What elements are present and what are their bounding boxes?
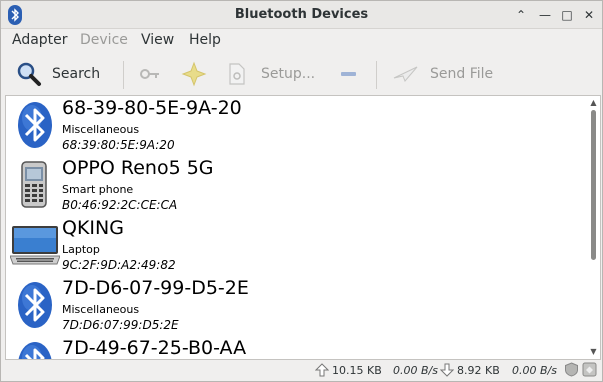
laptop-icon: [10, 226, 60, 265]
device-row[interactable]: OPPO Reno5 5G Smart phone B0:46:92:2C:CE…: [6, 156, 586, 216]
minus-icon: [341, 72, 356, 76]
device-name: 68-39-80-5E-9A-20: [62, 97, 242, 119]
setup-label: Setup...: [261, 66, 316, 82]
device-name: 7D-49-67-25-B0-AA: [62, 337, 247, 359]
scroll-up-arrow-icon[interactable]: ▲: [589, 98, 598, 108]
search-icon: [17, 62, 41, 86]
toolbar-separator: [376, 61, 377, 89]
bluetooth-devices-window: Bluetooth Devices ⌃ — □ ✕ Adapter Device…: [0, 0, 603, 382]
device-address: B0:46:92:2C:CE:CA: [62, 198, 178, 212]
device-name: 7D-D6-07-99-D5-2E: [62, 277, 249, 299]
device-name: QKING: [62, 217, 124, 239]
device-row[interactable]: 7D-D6-07-99-D5-2E Miscellaneous 7D:D6:07…: [6, 276, 586, 336]
device-address: 7D:D6:07:99:D5:2E: [62, 318, 179, 332]
menu-device[interactable]: Device: [80, 32, 128, 48]
upload-rate: 0.00 B/s: [393, 364, 438, 377]
menu-bar: Adapter Device View Help: [1, 29, 602, 53]
scroll-down-arrow-icon[interactable]: ▼: [589, 347, 598, 357]
shield-icon: [565, 362, 578, 377]
menu-adapter[interactable]: Adapter: [12, 32, 68, 48]
device-name: OPPO Reno5 5G: [62, 157, 214, 179]
download-rate: 0.00 B/s: [512, 364, 557, 377]
bluetooth-icon: [18, 102, 52, 148]
status-bar: 10.15 KB 0.00 B/s 8.92 KB 0.00 B/s: [1, 360, 602, 381]
download-total: 8.92 KB: [457, 364, 500, 377]
key-icon: [140, 69, 159, 79]
device-type: Miscellaneous: [62, 303, 140, 316]
search-label: Search: [52, 66, 101, 82]
bluetooth-status-icon: [582, 362, 597, 377]
device-address: 68:39:80:5E:9A:20: [62, 138, 175, 152]
device-row[interactable]: 7D-49-67-25-B0-AA: [6, 336, 586, 359]
toolbar-separator: [123, 61, 124, 89]
remove-button[interactable]: [339, 59, 359, 89]
phone-icon: [21, 161, 47, 208]
paper-plane-icon: [393, 66, 418, 82]
upload-total: 10.15 KB: [332, 364, 382, 377]
scroll-thumb[interactable]: [591, 110, 596, 260]
trust-button[interactable]: [181, 59, 207, 89]
maximize-button[interactable]: □: [558, 6, 576, 24]
close-button[interactable]: ✕: [580, 6, 598, 24]
send-file-label: Send File: [430, 66, 494, 82]
menu-help[interactable]: Help: [189, 32, 221, 48]
device-list[interactable]: 68-39-80-5E-9A-20 Miscellaneous 68:39:80…: [5, 95, 601, 360]
device-type: Miscellaneous: [62, 123, 140, 136]
download-arrow-icon: [440, 363, 454, 377]
pair-button[interactable]: [139, 59, 161, 89]
scrollbar[interactable]: ▲ ▼: [589, 98, 598, 357]
bluetooth-icon: [18, 282, 52, 328]
upload-arrow-icon: [315, 363, 329, 377]
send-file-button[interactable]: Send File: [393, 59, 493, 89]
device-address: 9C:2F:9D:A2:49:82: [62, 258, 176, 272]
star-icon: [181, 61, 207, 87]
device-row[interactable]: 68-39-80-5E-9A-20 Miscellaneous 68:39:80…: [6, 96, 586, 156]
setup-document-icon: [229, 63, 245, 85]
setup-button[interactable]: Setup...: [227, 59, 315, 89]
minimize-button[interactable]: —: [536, 6, 554, 24]
chevron-up-icon[interactable]: ⌃: [512, 6, 530, 24]
device-type: Smart phone: [62, 183, 134, 196]
menu-view[interactable]: View: [141, 32, 174, 48]
bluetooth-icon: [18, 342, 52, 359]
search-button[interactable]: Search: [16, 59, 100, 89]
title-bar: Bluetooth Devices ⌃ — □ ✕: [1, 1, 602, 29]
toolbar: Search Setup... Send File: [1, 53, 602, 95]
device-type: Laptop: [62, 243, 100, 256]
device-row[interactable]: QKING Laptop 9C:2F:9D:A2:49:82: [6, 216, 586, 276]
